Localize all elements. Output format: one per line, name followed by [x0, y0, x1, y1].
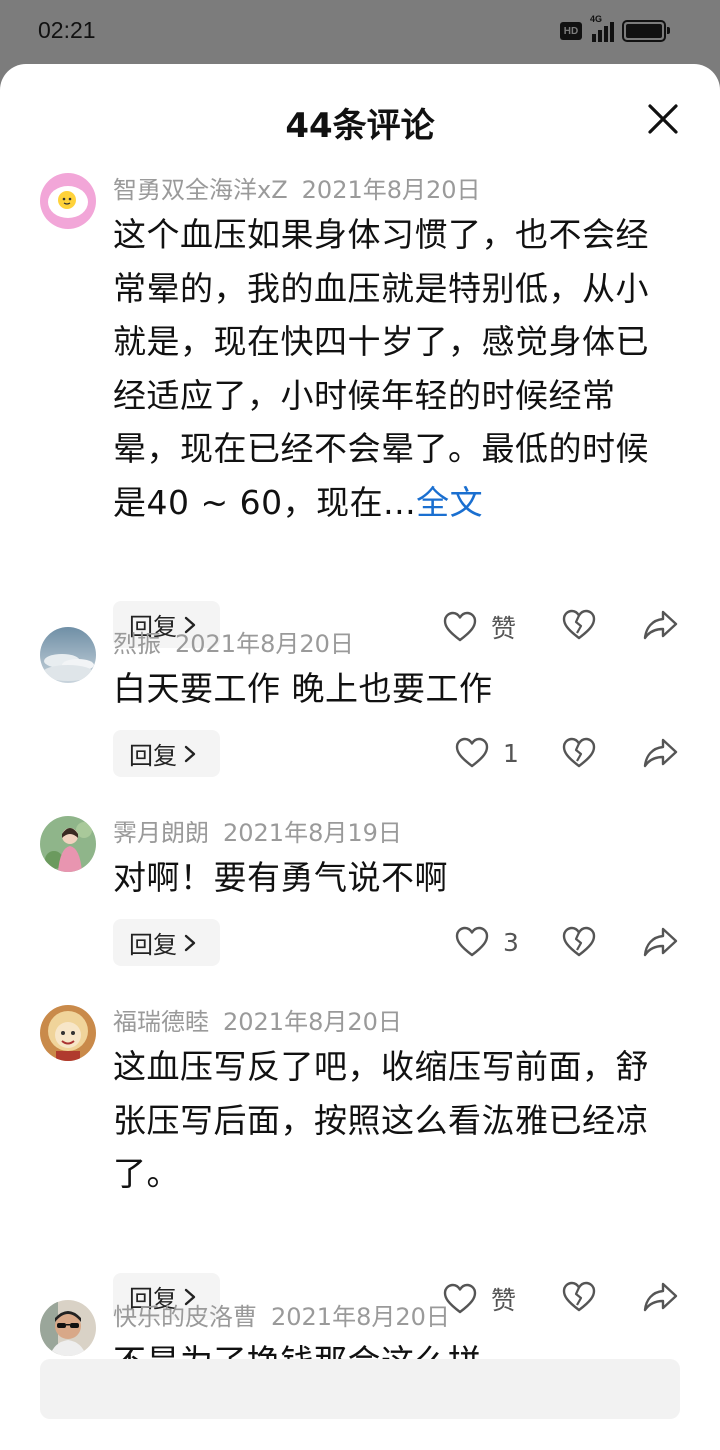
dislike-button[interactable] [562, 609, 596, 641]
like-count: 赞 [491, 1286, 517, 1315]
cartoon-avatar[interactable] [40, 1005, 96, 1061]
sky-avatar[interactable] [40, 627, 96, 683]
close-button[interactable] [646, 102, 680, 136]
status-bar: 02:21 HD 4G [0, 0, 720, 64]
share-icon [643, 927, 678, 957]
comment-username[interactable]: 快乐的皮洛曹 [113, 1303, 257, 1331]
network-type-label: 4G [590, 14, 603, 24]
comments-sheet: 44条评论 智勇双全海洋xZ 2021年8月20日 这个血压如果身体习惯了，也不会… [0, 64, 720, 1450]
dislike-button[interactable] [562, 1281, 596, 1313]
share-icon [643, 1282, 678, 1312]
comment-username[interactable]: 霁月朗朗 [113, 819, 209, 847]
battery-icon [622, 20, 670, 42]
heart-icon [455, 737, 489, 768]
chevron-right-icon [184, 934, 196, 951]
share-button[interactable] [643, 737, 679, 769]
share-button[interactable] [643, 1281, 679, 1313]
chevron-right-icon [184, 745, 196, 762]
comment-text: 对啊！要有勇气说不啊 [113, 858, 448, 897]
signal-icon: 4G [590, 14, 614, 42]
comment-input-bar[interactable] [40, 1359, 680, 1419]
share-icon [643, 610, 678, 640]
comment-username[interactable]: 烈振 [113, 630, 161, 658]
comment-meta: 福瑞德睦 2021年8月20日 [113, 1002, 402, 1037]
broken-heart-icon [562, 1281, 596, 1312]
comment-username[interactable]: 福瑞德睦 [113, 1008, 209, 1036]
man-avatar[interactable] [40, 1300, 96, 1356]
comment-text: 这血压写反了吧，收缩压写前面，舒张压写后面，按照这么看汯雅已经凉了。 [113, 1047, 649, 1194]
watermark: 快传号 / 娃少娱 [554, 1423, 712, 1447]
like-count: 3 [503, 927, 519, 957]
status-time: 02:21 [38, 17, 96, 43]
dislike-button[interactable] [562, 926, 596, 958]
comment-text-body: 这个血压如果身体习惯了，也不会经常晕的，我的血压就是特别低，从小就是，现在快四十… [113, 215, 649, 522]
sheet-header: 44条评论 [0, 64, 720, 174]
reply-label: 回复 [129, 742, 177, 770]
comment-username[interactable]: 智勇双全海洋xZ [113, 176, 288, 204]
dislike-button[interactable] [562, 737, 596, 769]
share-icon [643, 738, 678, 768]
comment-meta: 烈振 2021年8月20日 [113, 624, 354, 659]
share-button[interactable] [643, 609, 679, 641]
comment-meta: 快乐的皮洛曹 2021年8月20日 [113, 1297, 450, 1332]
heart-icon [455, 926, 489, 957]
comment-date: 2021年8月20日 [301, 176, 481, 204]
reply-label: 回复 [129, 931, 177, 959]
reply-button[interactable]: 回复 [113, 730, 220, 777]
comment-text: 白天要工作 晚上也要工作 [113, 669, 493, 708]
like-count: 赞 [491, 614, 517, 643]
comment-date: 2021年8月20日 [175, 630, 354, 658]
like-button[interactable]: 3 [455, 926, 519, 958]
like-count: 1 [503, 738, 519, 768]
hd-icon: HD [560, 22, 582, 40]
heart-icon [443, 611, 477, 642]
broken-heart-icon [562, 737, 596, 768]
status-icons: HD 4G [560, 14, 670, 42]
fried-egg-avatar[interactable] [40, 173, 96, 229]
like-button[interactable]: 赞 [443, 609, 516, 645]
broken-heart-icon [562, 926, 596, 957]
share-button[interactable] [643, 926, 679, 958]
like-button[interactable]: 赞 [443, 1281, 516, 1317]
sheet-title: 44条评论 [285, 106, 435, 146]
comment-text: 这个血压如果身体习惯了，也不会经常晕的，我的血压就是特别低，从小就是，现在快四十… [113, 208, 663, 530]
comment-date: 2021年8月20日 [271, 1303, 450, 1331]
broken-heart-icon [562, 609, 596, 640]
comment-meta: 智勇双全海洋xZ 2021年8月20日 [113, 170, 481, 205]
close-icon [648, 104, 678, 134]
comment-meta: 霁月朗朗 2021年8月19日 [113, 813, 402, 848]
comment-date: 2021年8月20日 [223, 1008, 402, 1036]
expand-full-text-link[interactable]: 全文 [416, 483, 483, 522]
girl-avatar[interactable] [40, 816, 96, 872]
like-button[interactable]: 1 [455, 737, 519, 769]
reply-button[interactable]: 回复 [113, 919, 220, 966]
comment-date: 2021年8月19日 [223, 819, 402, 847]
